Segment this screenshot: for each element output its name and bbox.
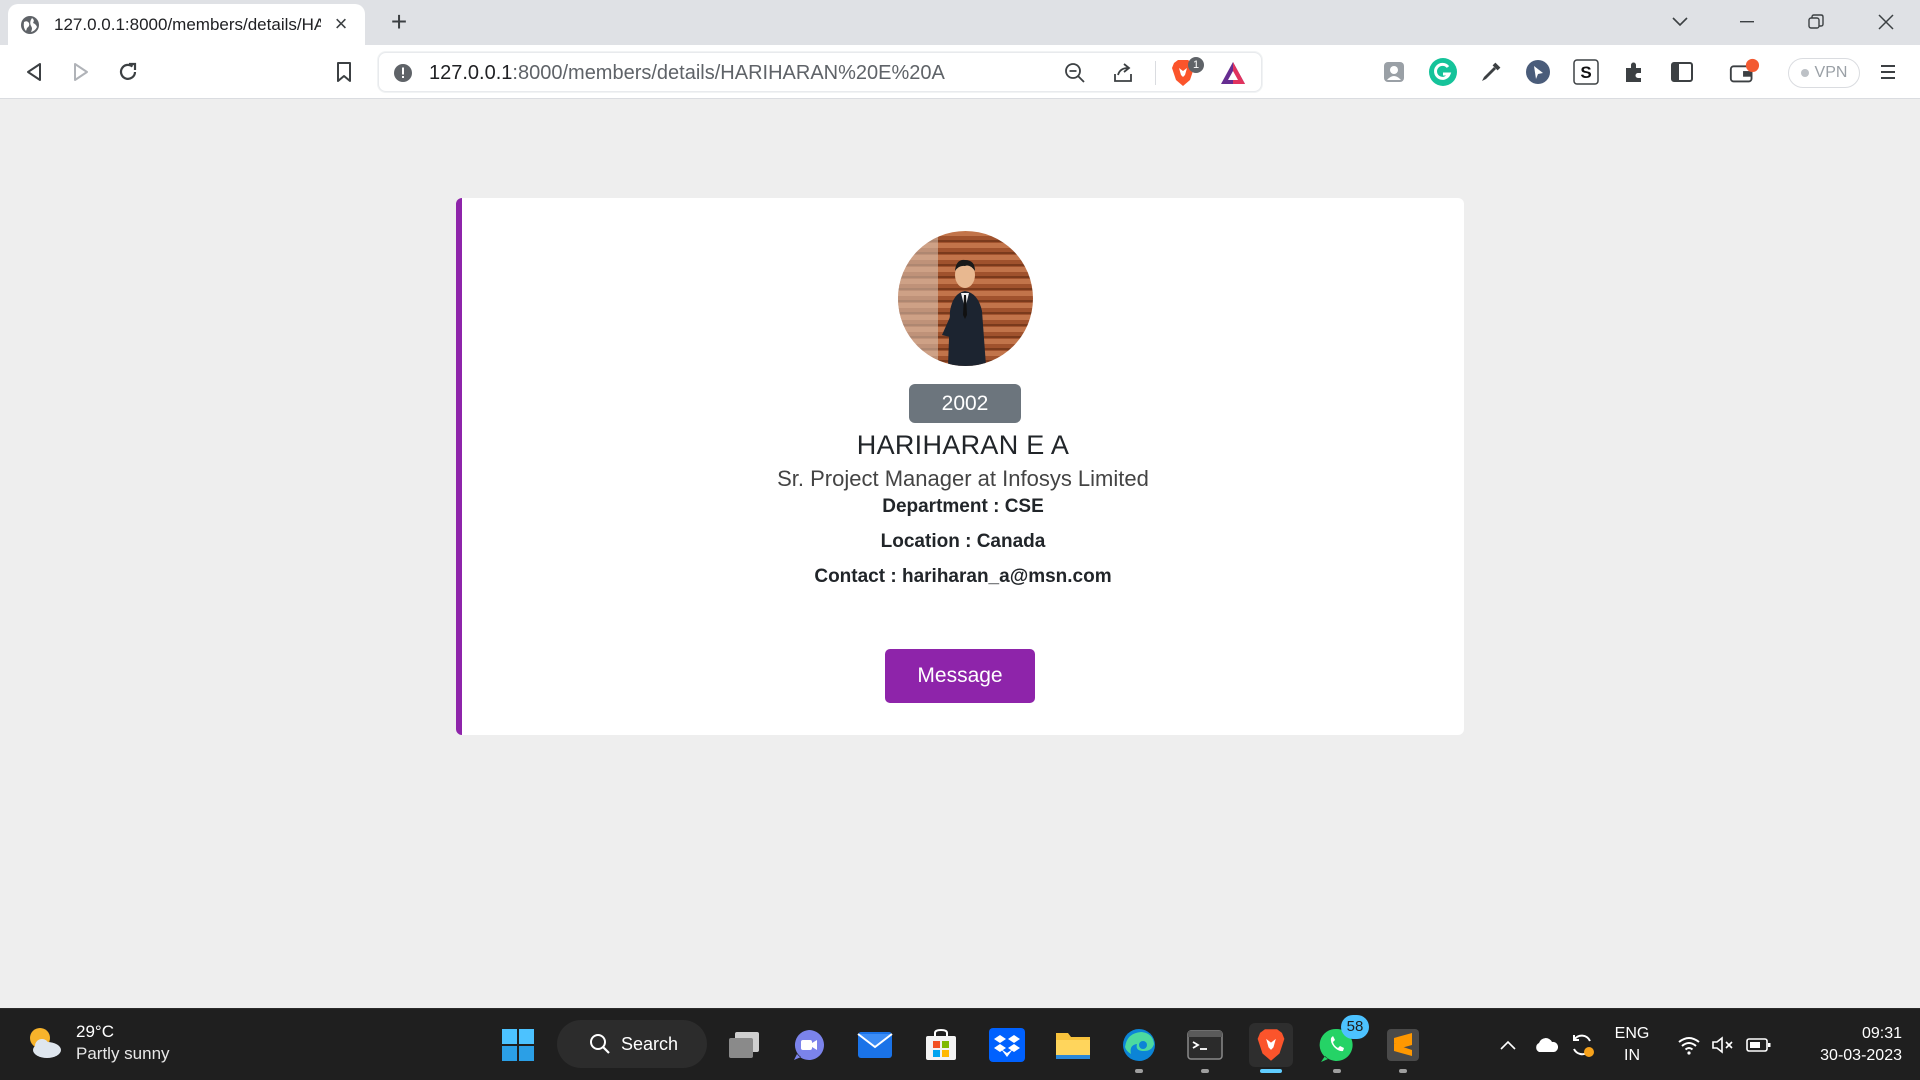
- location-line: Location : Canada: [462, 531, 1464, 553]
- message-button[interactable]: Message: [885, 649, 1035, 703]
- contact-line: Contact : hariharan_a@msn.com: [462, 566, 1464, 588]
- terminal-icon[interactable]: [1183, 1023, 1227, 1073]
- taskbar-search[interactable]: Search: [557, 1020, 707, 1068]
- s-extension-icon[interactable]: S: [1570, 56, 1602, 88]
- back-icon[interactable]: [18, 56, 50, 88]
- sidebar-icon[interactable]: [1666, 56, 1698, 88]
- extensions-puzzle-icon[interactable]: [1618, 56, 1650, 88]
- whatsapp-icon[interactable]: 58: [1315, 1015, 1369, 1073]
- whatsapp-running-indicator: [1333, 1069, 1341, 1073]
- color-picker-icon[interactable]: [1475, 56, 1507, 88]
- terminal-running-indicator: [1201, 1069, 1209, 1073]
- onedrive-icon[interactable]: [1530, 1009, 1562, 1080]
- clock-time: 09:31: [1861, 1025, 1902, 1042]
- clock[interactable]: 09:31 30-03-2023: [1790, 1023, 1902, 1067]
- menu-icon[interactable]: [1872, 56, 1904, 88]
- member-name: HARIHARAN E A: [856, 430, 1070, 460]
- volume-muted-icon[interactable]: [1708, 1009, 1738, 1080]
- avatar: [898, 231, 1033, 366]
- teams-chat-icon[interactable]: [787, 1023, 831, 1067]
- language-code: ENG: [1614, 1025, 1650, 1042]
- new-tab-icon[interactable]: +: [384, 8, 414, 38]
- brave-shields-icon[interactable]: 1: [1170, 57, 1204, 87]
- taskbar-search-label: Search: [621, 1033, 679, 1054]
- department-label: Department :: [882, 496, 1000, 517]
- dropbox-icon[interactable]: [985, 1023, 1029, 1067]
- clock-date: 30-03-2023: [1820, 1047, 1902, 1064]
- language-indicator[interactable]: ENG IN: [1612, 1023, 1652, 1067]
- forward-icon[interactable]: [65, 56, 97, 88]
- tab-title: 127.0.0.1:8000/members/details/HARIHARAN…: [54, 14, 321, 34]
- minimize-icon[interactable]: [1732, 8, 1762, 36]
- file-explorer-icon[interactable]: [1051, 1023, 1095, 1067]
- address-bar[interactable]: 127.0.0.1:8000/members/details/HARIHARAN…: [378, 52, 1262, 92]
- shields-count-badge: 1: [1188, 57, 1204, 73]
- member-card: 2002 HARIHARAN E A Sr. Project Manager a…: [456, 198, 1464, 735]
- sublime-running-indicator: [1399, 1069, 1407, 1073]
- start-icon[interactable]: [496, 1023, 540, 1067]
- vpn-button[interactable]: VPN: [1788, 58, 1860, 88]
- vpn-label: VPN: [1814, 64, 1848, 81]
- svg-text:S: S: [1580, 63, 1591, 82]
- brave-active-indicator: [1260, 1069, 1282, 1073]
- share-icon[interactable]: [1112, 62, 1134, 84]
- sync-icon[interactable]: [1566, 1009, 1598, 1080]
- battery-icon[interactable]: [1744, 1009, 1774, 1080]
- wallet-icon[interactable]: [1728, 56, 1760, 88]
- browser-tab[interactable]: 127.0.0.1:8000/members/details/HARIHARAN…: [8, 4, 365, 45]
- restore-icon[interactable]: [1801, 8, 1831, 36]
- browser-tab-strip: 127.0.0.1:8000/members/details/HARIHARAN…: [0, 0, 1920, 45]
- close-window-icon[interactable]: [1871, 8, 1901, 36]
- globe-icon: [21, 15, 39, 34]
- whatsapp-unread-badge: 58: [1341, 1015, 1369, 1039]
- location-label: Location :: [880, 531, 972, 552]
- member-title: Sr. Project Manager at Infosys Limited: [777, 466, 1149, 491]
- department-line: Department : CSE: [462, 496, 1464, 518]
- sublime-text-icon[interactable]: [1381, 1023, 1425, 1073]
- region-code: IN: [1624, 1047, 1640, 1064]
- url-host: 127.0.0.1: [429, 62, 513, 84]
- reload-icon[interactable]: [112, 56, 144, 88]
- task-view-icon[interactable]: [722, 1023, 766, 1067]
- site-info-icon[interactable]: [393, 63, 413, 83]
- url-text[interactable]: 127.0.0.1:8000/members/details/HARIHARAN…: [429, 62, 945, 85]
- wifi-icon[interactable]: [1674, 1009, 1704, 1080]
- weather-description: Partly sunny: [76, 1044, 170, 1063]
- url-path: :8000/members/details/HARIHARAN%20E%20A: [512, 62, 945, 84]
- zoom-icon[interactable]: [1064, 62, 1086, 84]
- mail-icon[interactable]: [853, 1023, 897, 1067]
- bookmark-icon[interactable]: [328, 56, 360, 88]
- taskbar: 29°C Partly sunny Search 58 ENG IN 09:31…: [0, 1008, 1920, 1080]
- contact-label: Contact :: [814, 566, 897, 587]
- tab-close-icon[interactable]: ×: [331, 12, 351, 35]
- tab-search-chevron-icon[interactable]: [1665, 8, 1695, 36]
- microsoft-store-icon[interactable]: [919, 1023, 963, 1067]
- partly-sunny-icon: [30, 1028, 61, 1058]
- address-bar-divider: [1155, 61, 1156, 85]
- brave-rewards-icon[interactable]: [1219, 60, 1247, 86]
- page-content: 2002 HARIHARAN E A Sr. Project Manager a…: [0, 100, 1920, 1008]
- vpn-status-dot: [1800, 69, 1809, 77]
- weather-widget[interactable]: 29°C Partly sunny: [22, 1021, 170, 1065]
- edge-running-indicator: [1135, 1069, 1143, 1073]
- year-badge: 2002: [909, 384, 1021, 423]
- brave-browser-icon[interactable]: [1249, 1023, 1293, 1073]
- profile-extension-icon[interactable]: [1378, 56, 1410, 88]
- department-value: CSE: [1004, 496, 1044, 517]
- contact-value[interactable]: hariharan_a@msn.com: [902, 566, 1112, 587]
- location-value: Canada: [976, 531, 1046, 552]
- grammarly-icon[interactable]: [1427, 56, 1459, 88]
- browser-toolbar: 127.0.0.1:8000/members/details/HARIHARAN…: [0, 45, 1920, 99]
- search-icon: [590, 1034, 610, 1054]
- weather-temperature: 29°C: [76, 1022, 114, 1041]
- edge-icon[interactable]: [1117, 1023, 1161, 1073]
- show-hidden-icons-chevron-icon[interactable]: [1496, 1009, 1520, 1080]
- cursor-extension-icon[interactable]: [1522, 56, 1554, 88]
